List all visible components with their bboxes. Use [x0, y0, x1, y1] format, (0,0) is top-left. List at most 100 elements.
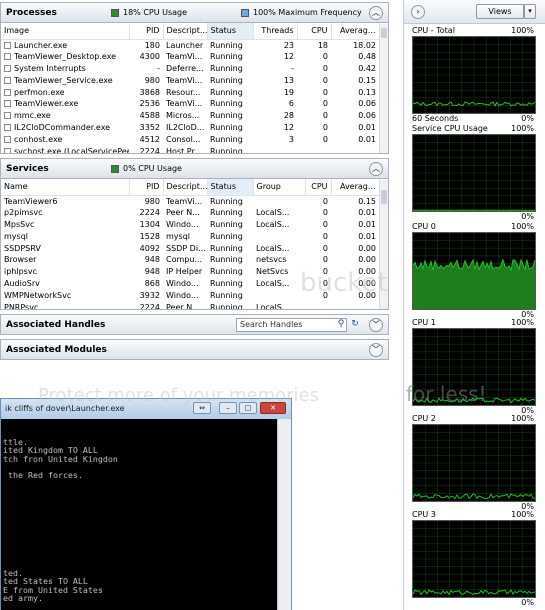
- services-cell: SSDPSRV: [4, 243, 41, 253]
- services-column-header[interactable]: Name: [1, 179, 130, 196]
- maximize-icon[interactable]: □: [239, 402, 257, 414]
- processes-cell: Running: [210, 99, 243, 109]
- associated-handles-header[interactable]: Associated Handles Search Handles ⚲ ↻ ﹀: [1, 315, 388, 334]
- row-checkbox[interactable]: [4, 147, 11, 153]
- processes-scroll-thumb[interactable]: [381, 28, 387, 38]
- processes-row[interactable]: svchost.exe (LocalServicePee... 2224 Host …: [1, 145, 379, 153]
- services-cell: SSDP Di...: [166, 243, 206, 253]
- processes-cell: Running: [210, 63, 243, 73]
- row-checkbox[interactable]: [4, 41, 11, 49]
- row-checkbox[interactable]: [4, 135, 11, 143]
- cpu-graph-block: CPU 1 100% 0%: [412, 318, 536, 415]
- processes-column-header[interactable]: Averag...: [331, 23, 380, 40]
- row-checkbox[interactable]: [4, 64, 11, 72]
- services-column-header[interactable]: Averag...: [331, 179, 380, 196]
- views-dropdown-icon[interactable]: ▾: [524, 4, 536, 19]
- services-cell: 0.01: [358, 231, 376, 241]
- processes-cell: Running: [210, 87, 243, 97]
- processes-column-header[interactable]: Image: [1, 23, 130, 40]
- processes-row[interactable]: IL2CloDCommander.exe 3352 IL2CloD... Runnin…: [1, 122, 379, 134]
- processes-cell: IL2CloDCommander.exe: [1, 122, 129, 134]
- services-row[interactable]: MpsSvc 1304 Windo... Running LocalS... 0 0.01: [1, 219, 379, 231]
- processes-cell: 2536: [139, 99, 160, 109]
- services-cell: Compu...: [166, 255, 203, 265]
- launcher-console-window[interactable]: ik cliffs of dover\Launcher.exe ⇔ – □ ✕ …: [0, 398, 292, 610]
- services-vertical-scrollbar[interactable]: [379, 180, 388, 309]
- services-row[interactable]: PNRPsvc 2224 Peer N... Running LocalS...: [1, 301, 379, 310]
- row-checkbox[interactable]: [4, 100, 11, 108]
- cpu-graph-block: CPU 2 100% 0%: [412, 414, 536, 511]
- graph-title: CPU - Total: [412, 26, 455, 35]
- expand-modules-icon[interactable]: ﹀: [369, 343, 383, 357]
- services-scroll-thumb[interactable]: [381, 190, 387, 204]
- resize-icon[interactable]: ⇔: [193, 402, 211, 414]
- services-row[interactable]: iphlpsvc 948 IP Helper Running NetSvcs 0 0.00: [1, 266, 379, 278]
- services-column-header[interactable]: Descript...: [163, 179, 208, 196]
- row-checkbox[interactable]: [4, 112, 11, 120]
- services-row[interactable]: p2pimsvc 2224 Peer N... Running LocalS... 0 0.…: [1, 207, 379, 219]
- graph-footer: 60 Seconds 0%: [412, 114, 536, 124]
- services-row[interactable]: Browser 948 Compu... Running netsvcs 0 0.00: [1, 254, 379, 266]
- processes-row[interactable]: perfmon.exe 3868 Resour... Running 19 0 0.13: [1, 86, 379, 98]
- associated-modules-header[interactable]: Associated Modules ﹀: [1, 340, 388, 359]
- processes-row[interactable]: System Interrupts - Deferre... Running -0 0.4…: [1, 63, 379, 75]
- services-cell: Running: [210, 278, 243, 288]
- console-vertical-scrollbar[interactable]: [277, 419, 291, 610]
- processes-row[interactable]: conhost.exe 4512 Consol... Running 3 0 0.01: [1, 133, 379, 145]
- processes-header[interactable]: Processes 18% CPU Usage 100% Maximum Fre…: [1, 3, 388, 23]
- services-cell: 0: [322, 196, 328, 206]
- search-handles-input[interactable]: Search Handles: [236, 318, 347, 332]
- services-column-header[interactable]: PID: [129, 179, 164, 196]
- services-row[interactable]: TeamViewer6 980 TeamVi... Running 0 0.15: [1, 195, 379, 207]
- processes-row[interactable]: Launcher.exe 180 Launcher Running 23 18 18.02: [1, 39, 379, 51]
- services-section: Services 0% CPU Usage ︿ Name PID Descript.…: [0, 158, 389, 310]
- services-column-header[interactable]: Group: [253, 179, 306, 196]
- processes-column-header[interactable]: PID: [129, 23, 164, 40]
- services-column-header[interactable]: Status: [207, 179, 254, 196]
- processes-table: Image PID Descript... Status Threads CPU Avera…: [1, 23, 380, 153]
- row-checkbox[interactable]: [4, 53, 11, 61]
- services-row[interactable]: WMPNetworkSvc 3932 Windo... Running 0 0.00: [1, 289, 379, 301]
- minimize-icon[interactable]: –: [219, 402, 237, 414]
- refresh-icon[interactable]: ↻: [348, 318, 362, 332]
- services-cell: 2224: [139, 208, 160, 218]
- processes-row[interactable]: TeamViewer.exe 2536 TeamVi... Running 6 0 0.06: [1, 98, 379, 110]
- row-checkbox[interactable]: [4, 123, 11, 131]
- collapse-processes-icon[interactable]: ︿: [369, 6, 383, 20]
- processes-row[interactable]: TeamViewer_Service.exe 980 TeamVi... Runnin…: [1, 74, 379, 86]
- services-row[interactable]: SSDPSRV 4092 SSDP Di... Running LocalS... 0 0.…: [1, 242, 379, 254]
- console-output[interactable]: ttle. ited Kingdom TO ALL tch fron United …: [1, 419, 277, 610]
- processes-cell: 12: [283, 122, 294, 132]
- search-icon[interactable]: ⚲: [334, 318, 348, 332]
- services-cell: AudioSrv: [4, 278, 40, 288]
- expand-handles-icon[interactable]: ﹀: [369, 318, 383, 332]
- processes-vertical-scrollbar[interactable]: [379, 24, 388, 153]
- processes-name-text: Launcher.exe: [14, 40, 68, 50]
- processes-cell: 19: [283, 87, 294, 97]
- processes-column-header[interactable]: Threads: [253, 23, 298, 40]
- processes-cell: [297, 145, 331, 153]
- services-cell: IP Helper: [166, 267, 203, 277]
- processes-cell: svchost.exe (LocalServicePee...: [1, 145, 129, 153]
- collapse-monitor-icon[interactable]: ›: [411, 5, 425, 19]
- services-row[interactable]: AudioSrv 868 Windo... Running LocalS... 0 0.00: [1, 278, 379, 290]
- row-checkbox[interactable]: [4, 76, 11, 84]
- row-checkbox[interactable]: [4, 88, 11, 96]
- services-row[interactable]: mysql 1528 mysql Running 0 0.01: [1, 230, 379, 242]
- processes-column-header[interactable]: CPU: [297, 23, 332, 40]
- processes-row[interactable]: mmc.exe 4588 Micros... Running 28 0 0.06: [1, 110, 379, 122]
- processes-column-header[interactable]: Status: [207, 23, 254, 40]
- services-column-header[interactable]: CPU: [305, 179, 332, 196]
- services-header[interactable]: Services 0% CPU Usage ︿: [1, 159, 388, 179]
- services-cell: PNRPsvc: [4, 302, 39, 310]
- console-title-bar[interactable]: ik cliffs of dover\Launcher.exe ⇔ – □ ✕: [1, 399, 291, 419]
- close-icon[interactable]: ✕: [260, 402, 286, 414]
- collapse-services-icon[interactable]: ︿: [369, 162, 383, 176]
- processes-cell: 0.01: [358, 134, 376, 144]
- processes-column-header[interactable]: Descript...: [163, 23, 208, 40]
- console-title-text: ik cliffs of dover\Launcher.exe: [5, 404, 125, 413]
- views-button[interactable]: Views: [476, 4, 524, 19]
- processes-cell: TeamVi...: [166, 99, 203, 109]
- processes-row[interactable]: TeamViewer_Desktop.exe 4300 TeamVi... Runni…: [1, 51, 379, 63]
- services-cpu-swatch: [111, 164, 119, 173]
